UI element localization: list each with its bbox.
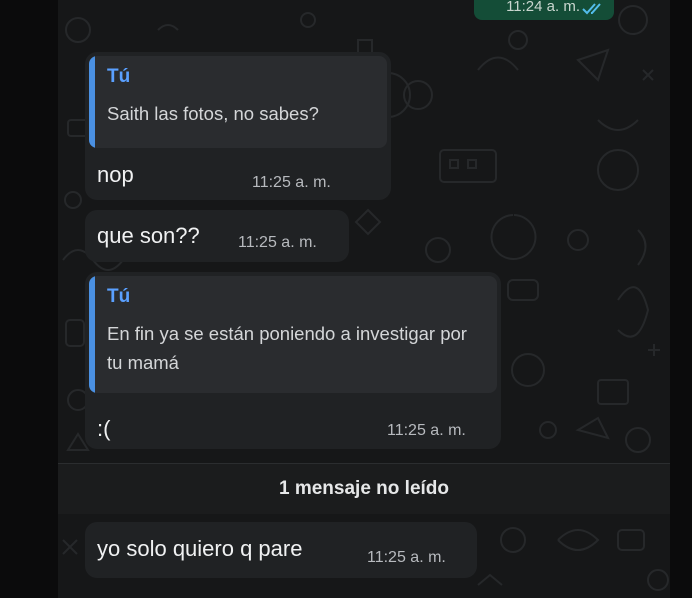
message-time: 11:24 a. m.: [506, 0, 580, 15]
message-time: 11:25 a. m.: [387, 422, 466, 439]
message-text: :(: [97, 416, 111, 441]
quote-accent-bar: [89, 276, 95, 393]
outgoing-message-bubble[interactable]: 11:24 a. m.: [474, 0, 614, 20]
message-text: yo solo quiero q pare: [97, 536, 303, 561]
unread-count-label: 1 mensaje no leído: [279, 478, 449, 499]
message-text: que son??: [97, 223, 200, 248]
quote-author: Tú: [107, 286, 131, 307]
chat-area[interactable]: 11:24 a. m. Tú Saith las fotos, no sabes…: [58, 0, 670, 598]
quote-author: Tú: [107, 66, 131, 87]
incoming-message-bubble[interactable]: que son?? 11:25 a. m.: [85, 210, 349, 262]
unread-messages-divider: 1 mensaje no leído: [58, 463, 670, 514]
quote-accent-bar: [89, 56, 95, 148]
quote-text: Saith las fotos, no sabes?: [107, 103, 319, 124]
incoming-message-bubble[interactable]: Tú Saith las fotos, no sabes? nop 11:25 …: [85, 52, 391, 200]
quoted-message[interactable]: Tú En fin ya se están poniendo a investi…: [89, 276, 497, 393]
quote-text: En fin ya se están poniendo a investigar…: [107, 323, 467, 373]
quoted-message[interactable]: Tú Saith las fotos, no sabes?: [89, 56, 387, 148]
double-check-read-icon: [582, 3, 601, 15]
message-time: 11:25 a. m.: [252, 174, 331, 191]
incoming-message-bubble[interactable]: yo solo quiero q pare 11:25 a. m.: [85, 522, 477, 578]
message-text: nop: [97, 162, 134, 187]
screen: 11:24 a. m. Tú Saith las fotos, no sabes…: [0, 0, 692, 598]
message-time: 11:25 a. m.: [238, 234, 317, 251]
message-time: 11:25 a. m.: [367, 549, 446, 566]
incoming-message-bubble[interactable]: Tú En fin ya se están poniendo a investi…: [85, 272, 501, 449]
